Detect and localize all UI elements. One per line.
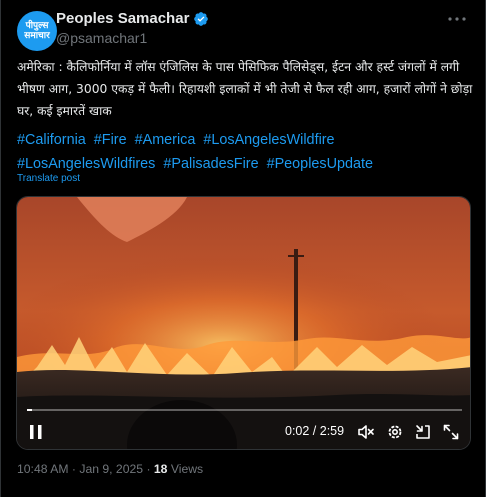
video-progress-fill — [27, 409, 32, 411]
video-progress-bar[interactable] — [27, 409, 462, 411]
hashtag-link[interactable]: #PalisadesFire — [163, 156, 258, 172]
minimize-player-icon[interactable] — [414, 423, 432, 441]
hashtag-link[interactable]: #Fire — [94, 132, 127, 148]
volume-muted-icon[interactable] — [357, 423, 375, 441]
video-controls: 0:02 / 2:59 — [17, 419, 470, 445]
pause-icon[interactable] — [27, 423, 45, 441]
hashtag-link[interactable]: #LosAngelesWildfires — [17, 156, 155, 172]
avatar-logo: पीपुल्स समाचार — [17, 11, 57, 51]
post-meta: 10:48 AM · Jan 9, 2025 · 18 Views — [17, 462, 203, 476]
hashtag-link[interactable]: #America — [135, 132, 196, 148]
author-display-name[interactable]: Peoples Samachar — [56, 10, 189, 27]
hashtag-link[interactable]: #LosAngelesWildfire — [203, 132, 334, 148]
author-name-row: Peoples Samachar — [56, 10, 209, 27]
translate-post-link[interactable]: Translate post — [17, 173, 80, 184]
post-card[interactable]: पीपुल्स समाचार Peoples Samachar @psamach… — [0, 0, 486, 497]
author-handle[interactable]: @psamachar1 — [56, 30, 147, 46]
gear-icon[interactable] — [386, 423, 404, 441]
hashtag-link[interactable]: #PeoplesUpdate — [267, 156, 373, 172]
post-text: अमेरिका : कैलिफोर्निया में लॉस एंजिलिस क… — [17, 60, 473, 118]
fullscreen-icon[interactable] — [442, 423, 460, 441]
hashtag-list: #California #Fire #America #LosAngelesWi… — [17, 128, 477, 176]
hashtag-link[interactable]: #California — [17, 132, 86, 148]
post-time[interactable]: 10:48 AM — [17, 462, 69, 476]
video-time-display: 0:02 / 2:59 — [285, 424, 345, 438]
verified-badge-icon[interactable] — [193, 11, 209, 27]
avatar-logo-line-2: समाचार — [24, 31, 50, 41]
video-player[interactable]: 0:02 / 2:59 — [16, 196, 471, 450]
avatar[interactable]: पीपुल्स समाचार — [17, 11, 57, 51]
avatar-logo-line-1: पीपुल्स — [25, 21, 49, 31]
post-date[interactable]: Jan 9, 2025 — [79, 462, 143, 476]
more-horizontal-icon[interactable] — [447, 14, 467, 24]
meta-separator: · — [146, 462, 154, 476]
views-label: Views — [170, 462, 204, 476]
views-count: 18 — [153, 462, 168, 476]
video-frame[interactable] — [17, 197, 471, 450]
